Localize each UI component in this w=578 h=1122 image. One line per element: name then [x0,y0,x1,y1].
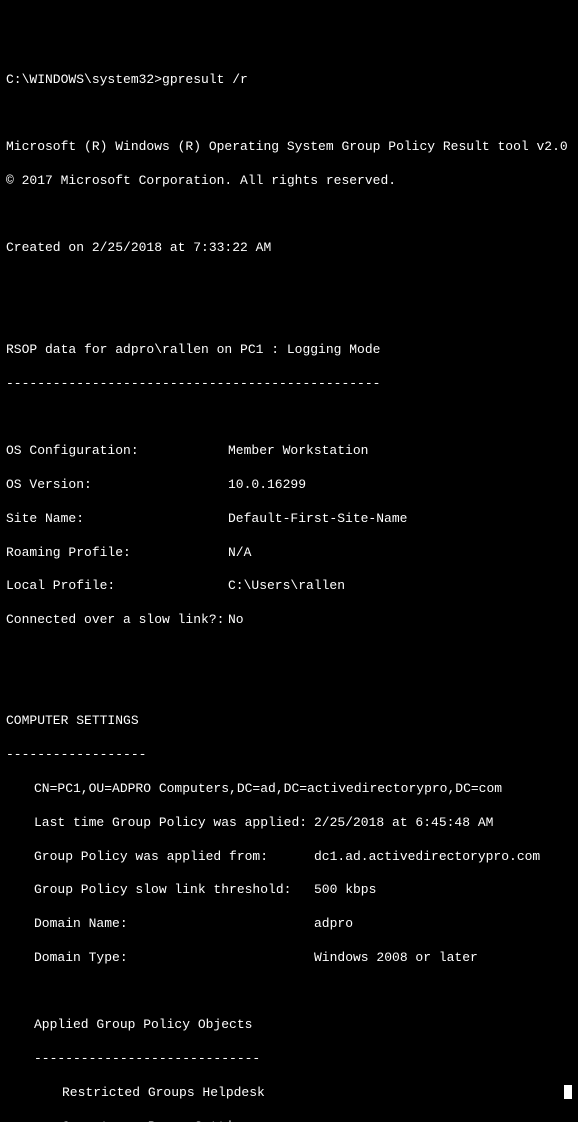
local-profile-row: Local Profile:C:\Users\rallen [6,578,572,595]
applied-from-value: dc1.ad.activedirectorypro.com [314,849,540,866]
os-version-value: 10.0.16299 [228,477,306,494]
domain-name-row: Domain Name:adpro [6,916,572,933]
text-cursor [564,1085,572,1099]
applied-gpo-title: Applied Group Policy Objects [6,1017,572,1034]
site-name-row: Site Name:Default-First-Site-Name [6,511,572,528]
local-profile-value: C:\Users\rallen [228,578,345,595]
applied-gpo-divider: ----------------------------- [6,1051,572,1068]
last-applied-value: 2/25/2018 at 6:45:48 AM [314,815,493,832]
applied-from-row: Group Policy was applied from:dc1.ad.act… [6,849,572,866]
domain-type-label: Domain Type: [34,950,314,967]
slow-link-row: Connected over a slow link?:No [6,612,572,629]
command-text: gpresult /r [162,72,248,87]
site-name-label: Site Name: [6,511,228,528]
computer-settings-divider: ------------------ [6,747,572,764]
domain-name-label: Domain Name: [34,916,314,933]
rsop-divider: ----------------------------------------… [6,376,572,393]
local-profile-label: Local Profile: [6,578,228,595]
blank-line [6,308,572,325]
domain-type-value: Windows 2008 or later [314,950,478,967]
threshold-row: Group Policy slow link threshold:500 kbp… [6,882,572,899]
prompt-path: C:\WINDOWS\system32> [6,72,162,87]
cn-line: CN=PC1,OU=ADPRO Computers,DC=ad,DC=activ… [6,781,572,798]
os-config-value: Member Workstation [228,443,368,460]
os-version-label: OS Version: [6,477,228,494]
rsop-header: RSOP data for adpro\rallen on PC1 : Logg… [6,342,572,359]
slow-link-label: Connected over a slow link?: [6,612,228,629]
domain-name-value: adpro [314,916,353,933]
domain-type-row: Domain Type:Windows 2008 or later [6,950,572,967]
applied-from-label: Group Policy was applied from: [34,849,314,866]
roaming-profile-value: N/A [228,545,251,562]
blank-line [6,409,572,426]
gpo-item-1: Computer - Power Settings [6,1119,572,1122]
blank-line [6,646,572,663]
blank-line [6,984,572,1001]
tool-header-1: Microsoft (R) Windows (R) Operating Syst… [6,139,572,156]
site-name-value: Default-First-Site-Name [228,511,407,528]
blank-line [6,105,572,122]
created-on: Created on ‎2/‎25/‎2018 at 7:33:22 AM [6,240,572,257]
threshold-label: Group Policy slow link threshold: [34,882,314,899]
last-applied-row: Last time Group Policy was applied:2/25/… [6,815,572,832]
computer-settings-title: COMPUTER SETTINGS [6,713,572,730]
threshold-value: 500 kbps [314,882,376,899]
os-config-label: OS Configuration: [6,443,228,460]
tool-header-2: © 2017 Microsoft Corporation. All rights… [6,173,572,190]
os-version-row: OS Version:10.0.16299 [6,477,572,494]
blank-line [6,680,572,697]
blank-line [6,207,572,224]
roaming-profile-row: Roaming Profile:N/A [6,545,572,562]
slow-link-value: No [228,612,244,629]
roaming-profile-label: Roaming Profile: [6,545,228,562]
last-applied-label: Last time Group Policy was applied: [34,815,314,832]
os-config-row: OS Configuration:Member Workstation [6,443,572,460]
command-prompt-line[interactable]: C:\WINDOWS\system32>gpresult /r [6,72,572,89]
gpo-item-0: Restricted Groups Helpdesk [6,1085,265,1102]
blank-line [6,274,572,291]
